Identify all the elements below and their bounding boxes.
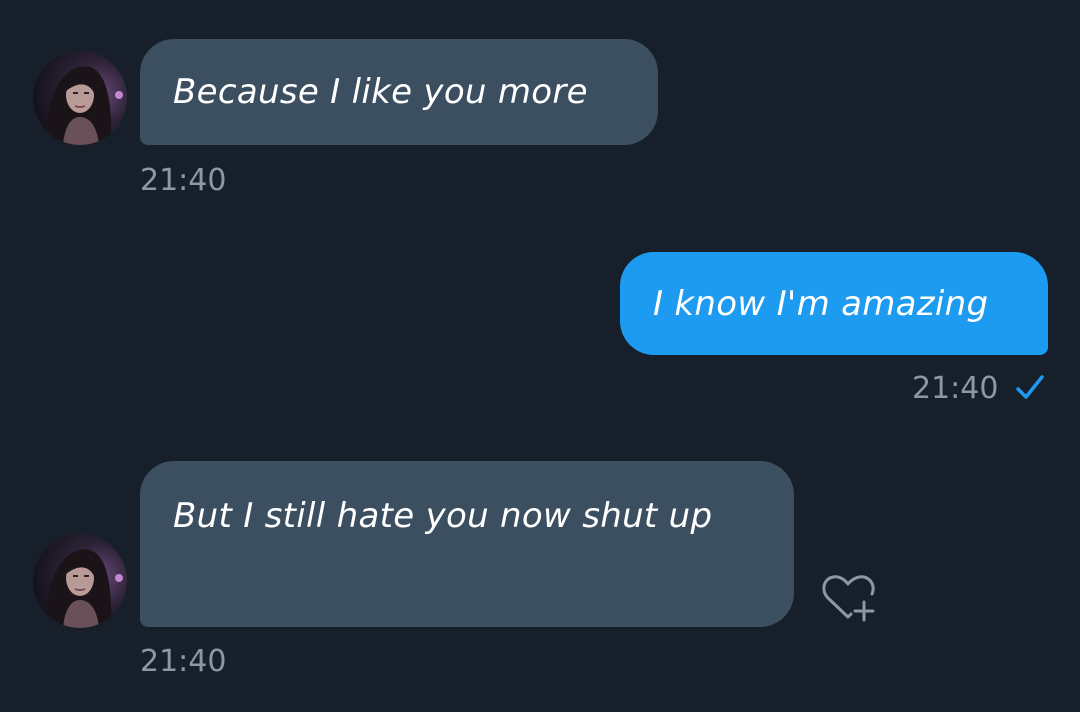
message-text: Because I like you more xyxy=(173,72,588,112)
message-timestamp: 21:40 xyxy=(140,644,227,679)
message-timestamp: 21:40 xyxy=(140,163,227,198)
message-bubble-outgoing[interactable]: I know I'm amazing xyxy=(620,252,1048,355)
avatar[interactable] xyxy=(33,51,127,145)
message-timestamp: 21:40 xyxy=(912,371,999,406)
check-icon xyxy=(1016,375,1044,399)
message-bubble-incoming[interactable]: Because I like you more xyxy=(140,39,658,145)
message-text: I know I'm amazing xyxy=(653,284,989,324)
heart-plus-icon[interactable] xyxy=(818,570,880,624)
message-bubble-incoming[interactable]: But I still hate you now shut up xyxy=(140,461,794,627)
message-text: But I still hate you now shut up xyxy=(173,496,713,536)
avatar[interactable] xyxy=(33,534,127,628)
chat-screen: Because I like you more 21:40 I know I'm… xyxy=(0,0,1080,712)
